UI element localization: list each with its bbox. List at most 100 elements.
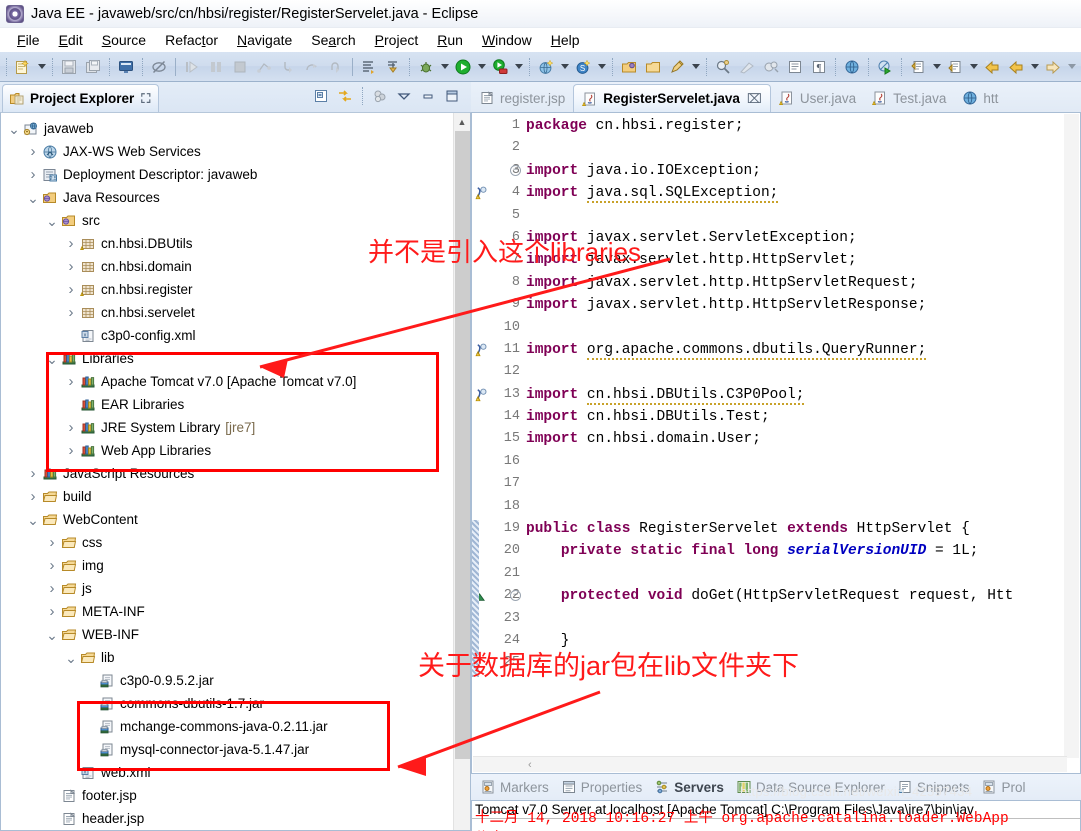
save-all-icon[interactable] — [82, 56, 104, 78]
tree-item[interactable]: › Web App Libraries — [1, 439, 470, 462]
editor-tab[interactable]: User.java — [771, 84, 864, 112]
run-icon[interactable] — [452, 56, 474, 78]
new-java-class-icon[interactable] — [642, 56, 664, 78]
chevron-right-icon[interactable]: › — [45, 577, 59, 600]
back-icon[interactable] — [981, 56, 1003, 78]
chevron-down-icon[interactable]: ⌄ — [26, 508, 40, 531]
scroll-up-arrow[interactable]: ▲ — [454, 113, 470, 130]
previous-annotation-icon[interactable] — [944, 56, 966, 78]
editor-tab[interactable]: Test.java — [864, 84, 954, 112]
new-annotation-icon[interactable] — [666, 56, 688, 78]
tree-item[interactable]: ⌄ Libraries — [1, 347, 470, 370]
bottom-panel-tab[interactable]: Servers — [649, 779, 729, 795]
forward-icon[interactable] — [1042, 56, 1064, 78]
chevron-right-icon[interactable]: › — [64, 370, 78, 393]
tree-item[interactable]: › Apache Tomcat v7.0 [Apache Tomcat v7.0] — [1, 370, 470, 393]
new-java-package-icon[interactable] — [618, 56, 640, 78]
previous-annotation-arrow[interactable] — [967, 56, 980, 78]
project-tree-scrollbar[interactable]: ▲ — [453, 113, 470, 830]
tree-item[interactable]: › cn.hbsi.domain — [1, 255, 470, 278]
run-last-tool-icon[interactable] — [874, 56, 896, 78]
debug-icon[interactable] — [415, 56, 437, 78]
tab-project-explorer[interactable]: Project Explorer ⛶ — [2, 84, 160, 112]
fold-toggle-icon[interactable]: − — [510, 164, 521, 176]
chevron-right-icon[interactable]: › — [64, 232, 78, 255]
bottom-panel-tab[interactable]: Prol — [976, 779, 1030, 795]
focus-on-active-task-icon[interactable] — [370, 86, 390, 106]
tree-item[interactable]: ⌄ javaweb — [1, 117, 470, 140]
editor-vertical-scrollbar[interactable] — [1064, 114, 1079, 758]
editor-tab-row[interactable]: register.jsp RegisterServelet.java ⌧ User.j… — [471, 82, 1081, 112]
tree-item[interactable]: › css — [1, 531, 470, 554]
java-editor[interactable]: 1 package cn.hbsi.register; 2 3− import java… — [471, 112, 1081, 774]
search-icon[interactable] — [712, 56, 734, 78]
servers-console[interactable]: Tomcat v7.0 Server at localhost [Apache … — [471, 800, 1081, 831]
run-dropdown-arrow[interactable] — [475, 56, 488, 78]
chevron-down-icon[interactable]: ⌄ — [7, 117, 21, 140]
run-on-server-dropdown-arrow[interactable] — [558, 56, 571, 78]
editor-horizontal-scrollbar[interactable]: ‹ — [473, 756, 1067, 772]
menu-refactor[interactable]: Refactor — [156, 31, 228, 49]
tree-item[interactable]: commons-dbutils-1.7.jar — [1, 692, 470, 715]
tree-item[interactable]: › img — [1, 554, 470, 577]
back-history-icon[interactable] — [1005, 56, 1027, 78]
chevron-right-icon[interactable]: › — [45, 554, 59, 577]
editor-tab[interactable]: RegisterServelet.java ⌧ — [573, 84, 771, 112]
chevron-right-icon[interactable]: › — [26, 462, 40, 485]
chevron-right-icon[interactable]: › — [45, 600, 59, 623]
editor-tab[interactable]: htt — [954, 84, 1006, 112]
menu-source[interactable]: Source — [93, 31, 156, 49]
menu-window[interactable]: Window — [473, 31, 542, 49]
tree-item[interactable]: ⌄ Java Resources — [1, 186, 470, 209]
tree-item[interactable]: mysql-connector-java-5.1.47.jar — [1, 738, 470, 761]
close-icon[interactable]: ⛶ — [141, 91, 150, 107]
new-dropdown-arrow-2[interactable] — [689, 56, 702, 78]
run-on-server-icon[interactable] — [535, 56, 557, 78]
profile-dropdown-arrow[interactable] — [595, 56, 608, 78]
editor-tab[interactable]: register.jsp — [471, 84, 573, 112]
chevron-down-icon[interactable]: ⌄ — [45, 623, 59, 646]
chevron-right-icon[interactable]: › — [64, 278, 78, 301]
scroll-thumb[interactable] — [455, 131, 470, 759]
tree-item[interactable]: ⌄ lib — [1, 646, 470, 669]
open-type-icon[interactable] — [358, 56, 380, 78]
chevron-right-icon[interactable]: › — [26, 485, 40, 508]
new-dropdown-arrow[interactable] — [35, 56, 48, 78]
minimize-icon[interactable] — [418, 86, 438, 106]
menu-run[interactable]: Run — [428, 31, 473, 49]
tree-item[interactable]: ›! cn.hbsi.register — [1, 278, 470, 301]
next-annotation-arrow[interactable] — [930, 56, 943, 78]
tree-item[interactable]: x c3p0-config.xml — [1, 324, 470, 347]
pilcrow-icon[interactable]: ¶ — [808, 56, 830, 78]
chevron-right-icon[interactable]: › — [26, 140, 40, 163]
chevron-down-icon[interactable]: ⌄ — [64, 646, 78, 669]
link-with-editor-icon[interactable] — [335, 86, 355, 106]
tree-item[interactable]: EAR Libraries — [1, 393, 470, 416]
tree-item[interactable]: › cn.hbsi.servelet — [1, 301, 470, 324]
bottom-panel-tab[interactable]: Properties — [556, 779, 648, 795]
chevron-right-icon[interactable]: › — [64, 255, 78, 278]
debug-dropdown-arrow[interactable] — [438, 56, 451, 78]
web-browser-icon[interactable] — [841, 56, 863, 78]
tree-item[interactable]: › 2.5 Deployment Descriptor: javaweb — [1, 163, 470, 186]
view-menu-icon[interactable] — [394, 86, 414, 106]
scroll-left-glyph[interactable]: ‹ — [528, 759, 532, 771]
properties-icon[interactable] — [784, 56, 806, 78]
forward-history-arrow[interactable] — [1065, 56, 1078, 78]
tree-item[interactable]: › META-INF — [1, 600, 470, 623]
run-server-icon[interactable] — [489, 56, 511, 78]
close-icon[interactable]: ⌧ — [747, 91, 762, 107]
profile-icon[interactable]: S — [572, 56, 594, 78]
maximize-icon[interactable] — [442, 86, 462, 106]
open-task-icon[interactable] — [382, 56, 404, 78]
chevron-right-icon[interactable]: › — [64, 416, 78, 439]
tree-item[interactable]: footer.jsp — [1, 784, 470, 807]
tree-item[interactable]: mchange-commons-java-0.2.11.jar — [1, 715, 470, 738]
tree-item[interactable]: › JRE System Library [jre7] — [1, 416, 470, 439]
menu-file[interactable]: File — [8, 31, 50, 49]
save-icon[interactable] — [58, 56, 80, 78]
run-server-dropdown-arrow[interactable] — [512, 56, 525, 78]
tree-item[interactable]: header.jsp — [1, 807, 470, 830]
back-history-arrow[interactable] — [1028, 56, 1041, 78]
project-tree[interactable]: ⌄ javaweb › JAX-WS Web Services › 2.5 Deployme… — [1, 113, 470, 830]
